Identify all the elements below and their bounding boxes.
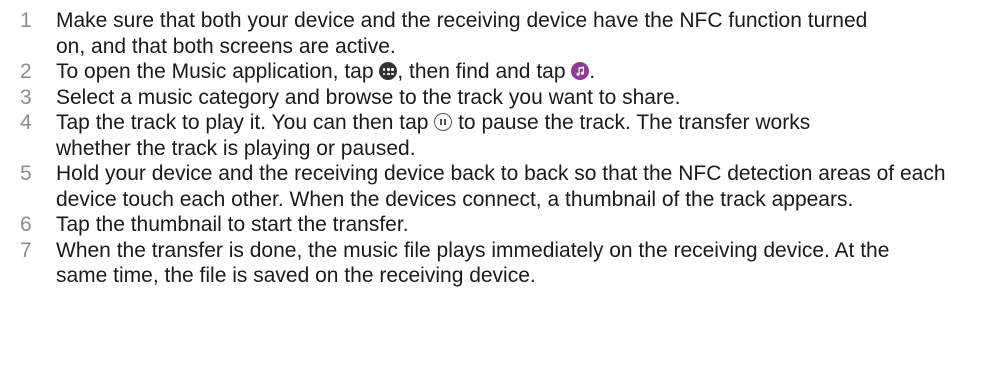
step-4: 4 Tap the track to play it. You can then… bbox=[0, 110, 886, 161]
step-7: 7 When the transfer is done, the music f… bbox=[0, 238, 936, 289]
pause-icon bbox=[434, 113, 453, 131]
step-text: Make sure that both your device and the … bbox=[56, 9, 868, 58]
step-6: 6 Tap the thumbnail to start the transfe… bbox=[0, 212, 985, 238]
step-3: 3 Select a music category and browse to … bbox=[0, 85, 985, 111]
step-text: Hold your device and the receiving devic… bbox=[56, 162, 946, 211]
step-number: 7 bbox=[20, 238, 32, 262]
steps-list: 1 Make sure that both your device and th… bbox=[0, 0, 985, 289]
music-note-icon bbox=[571, 62, 590, 80]
step-text-part: , then find and tap bbox=[397, 60, 572, 83]
apps-grid-icon bbox=[379, 62, 398, 80]
step-text-part: To open the Music application, tap bbox=[56, 60, 380, 83]
step-number: 5 bbox=[20, 162, 32, 185]
step-number: 2 bbox=[20, 60, 32, 83]
step-text: Select a music category and browse to th… bbox=[56, 85, 681, 109]
step-text: When the transfer is done, the music fil… bbox=[56, 238, 890, 288]
step-number: 6 bbox=[20, 213, 32, 236]
step-text-part: Tap the track to play it. You can then t… bbox=[56, 111, 435, 134]
step-text-part: . bbox=[589, 60, 596, 83]
step-text: Tap the thumbnail to start the transfer. bbox=[56, 213, 409, 236]
step-number: 3 bbox=[20, 85, 32, 109]
step-2: 2 To open the Music application, tap , t… bbox=[0, 59, 985, 85]
step-1: 1 Make sure that both your device and th… bbox=[0, 8, 886, 59]
step-5: 5 Hold your device and the receiving dev… bbox=[0, 161, 956, 212]
step-number: 1 bbox=[20, 9, 32, 32]
step-number: 4 bbox=[20, 111, 32, 134]
